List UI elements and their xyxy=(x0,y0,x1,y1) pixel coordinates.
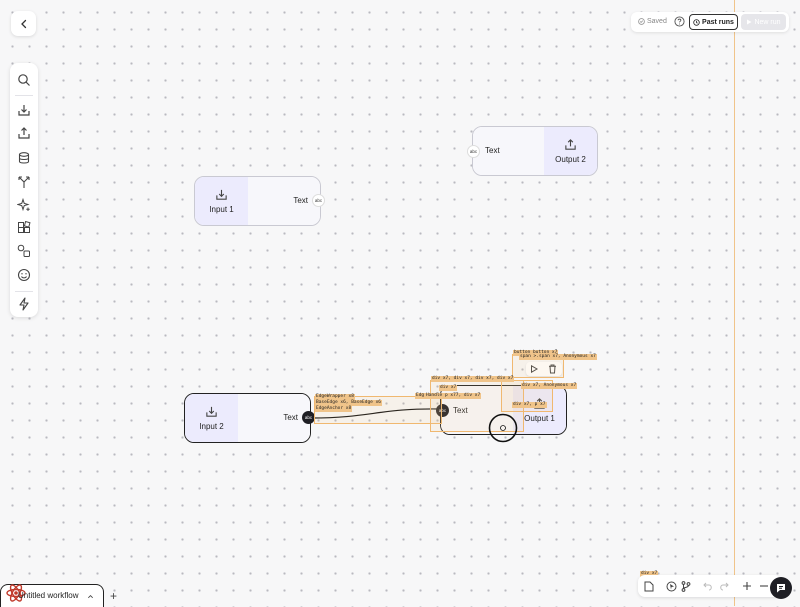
input2-io-panel: Input 2 xyxy=(185,394,238,442)
cursor-highlight xyxy=(488,413,518,443)
workflow-tab[interactable]: Untitled workflow xyxy=(0,584,104,607)
workflow-title: Untitled workflow xyxy=(18,591,79,600)
node-input-1[interactable]: Input 1 Text xyxy=(194,176,321,226)
debug-label: span >.span x7, Anonymous x7 xyxy=(519,354,597,360)
branch-icon[interactable] xyxy=(680,580,692,592)
export-icon xyxy=(565,139,576,150)
input1-io-panel: Input 1 xyxy=(195,177,248,225)
debug-label: div x7, div x7, div x7, div x7 xyxy=(431,376,515,382)
debug-label: EdgeAnchor x8 xyxy=(315,406,353,412)
node-label: Input 2 xyxy=(199,422,224,431)
node-label: Input 1 xyxy=(209,205,234,214)
debug-label: div x7, Anonymous x7 xyxy=(521,383,578,389)
chat-button[interactable] xyxy=(770,577,792,599)
zoom-out-icon[interactable] xyxy=(758,580,770,592)
node-input-2[interactable]: Input 2 Text xyxy=(184,393,311,443)
output2-text-panel: Text xyxy=(473,127,544,175)
import-icon xyxy=(216,189,227,200)
output2-io-panel: Output 2 xyxy=(544,127,597,175)
input1-port[interactable]: abc xyxy=(312,194,325,207)
chat-icon xyxy=(777,584,785,593)
cursor-icon[interactable] xyxy=(665,580,677,592)
node-text: Text xyxy=(293,196,308,205)
node-label: Output 1 xyxy=(524,414,555,423)
node-output-2[interactable]: Text Output 2 xyxy=(472,126,598,176)
page-icon[interactable] xyxy=(643,580,655,592)
undo-icon[interactable] xyxy=(702,580,714,592)
output2-port[interactable]: abc xyxy=(467,145,480,158)
chevron-up-icon[interactable] xyxy=(87,593,94,600)
debug-label: div x7, p x7 xyxy=(512,402,547,408)
zoom-in-icon[interactable] xyxy=(741,580,753,592)
redo-icon[interactable] xyxy=(718,580,730,592)
add-workflow-button[interactable]: + xyxy=(110,589,117,603)
canvas-tools xyxy=(638,575,781,597)
node-label: Output 2 xyxy=(555,155,586,164)
node-text: Text xyxy=(485,146,500,155)
debug-label: Edg xyxy=(415,393,426,399)
import-icon xyxy=(206,406,217,417)
debug-label: div x7 xyxy=(439,385,458,391)
debug-label: Handle p x77, div x7 xyxy=(425,393,482,399)
edge-layer xyxy=(311,408,442,419)
input2-text-panel: Text xyxy=(238,394,310,442)
input1-text-panel: Text xyxy=(248,177,320,225)
node-text: Text xyxy=(283,413,298,422)
